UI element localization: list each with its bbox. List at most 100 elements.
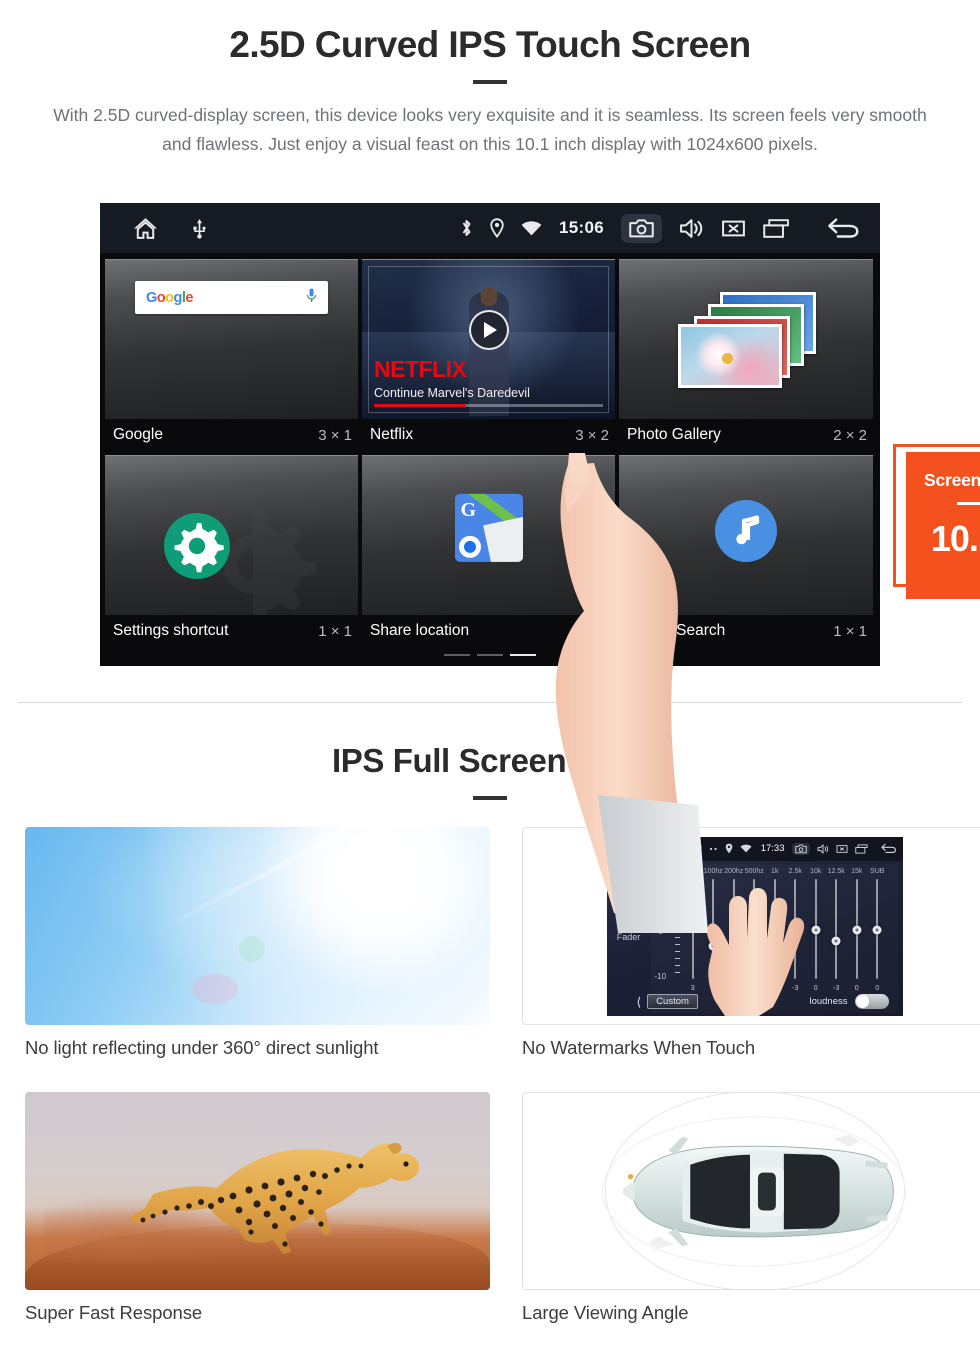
camera-icon[interactable] [791,842,810,855]
amplifier-clock: 17:33 [760,843,785,854]
eq-slider[interactable] [847,875,868,983]
axis-label-max: 10 [654,876,664,886]
feature-card-sunlight: No light reflecting under 360° direct su… [25,827,490,1059]
eq-slider-knob[interactable] [811,925,821,935]
section-1-title: 2.5D Curved IPS Touch Screen [229,24,751,65]
band-label: SUB [870,867,885,875]
axis-label-min: -10 [654,971,667,981]
mute-icon[interactable] [721,218,746,239]
preset-button[interactable]: Custom [647,994,698,1009]
widget-photo-gallery[interactable]: Photo Gallery 2 × 2 [619,259,873,451]
widget-label: Google 3 × 1 [105,419,358,451]
speaker-icon[interactable] [607,909,651,931]
google-maps-icon: G [454,493,523,562]
back-icon[interactable] [880,843,897,854]
microphone-icon[interactable] [306,288,317,308]
flower-center [722,352,734,364]
play-icon[interactable] [468,309,509,350]
hand-illustration [706,887,804,1016]
mute-icon[interactable] [836,844,848,854]
feature-caption: No light reflecting under 360° direct su… [25,1037,379,1058]
recents-icon[interactable] [854,843,868,854]
eq-slider[interactable] [867,875,888,983]
widget-sound-search-preview [619,455,873,615]
device-screen: 15:06 Google Google 3 × 1 NETFLIX Contin… [100,203,980,933]
equalizer-band-labels: 60hz 100hz 200hz 500hz 1k 2.5k 10k 12.5k [651,864,898,875]
widget-size: 3 × 2 [575,426,609,444]
lens-flare [238,935,265,962]
lens-flare [192,973,239,1004]
cheetah-silhouette [129,1143,420,1254]
widget-name: Netflix [370,426,414,443]
page-dot[interactable] [444,654,470,656]
widget-netflix-preview: NETFLIX Continue Marvel's Daredevil [362,259,615,419]
amplifier-frame: Amplifier 17:33 Balance Fader 60hz 100hz… [523,828,980,1024]
feature-caption: Super Fast Response [25,1302,203,1323]
music-note-icon [715,499,777,562]
loudness-control[interactable]: loudness [809,994,889,1009]
widget-share-location[interactable]: G Share location 1 × 1 [362,455,615,647]
amplifier-screenshot: Amplifier 17:33 Balance Fader 60hz 100hz… [522,827,980,1025]
home-icon[interactable] [133,217,158,240]
netflix-subtitle: Continue Marvel's Daredevil [374,386,530,400]
band-label: 500hz [744,867,764,875]
home-icon[interactable] [613,843,626,855]
band-label: 200hz [724,867,744,875]
car-illustration [602,1116,906,1267]
feature-caption: No Watermarks When Touch [522,1037,756,1058]
location-icon [490,218,504,238]
eq-slider[interactable] [826,875,847,983]
widget-google[interactable]: Google Google 3 × 1 [105,259,358,451]
sliders-icon[interactable] [607,865,651,889]
widget-settings-shortcut[interactable]: Settings shortcut 1 × 1 [105,455,358,647]
eq-slider-knob[interactable] [831,936,841,946]
status-bar-right: 15:06 [460,213,880,243]
widget-label: Sound Search 1 × 1 [619,615,873,647]
section-1-description: With 2.5D curved-display screen, this de… [53,105,927,154]
widget-sound-search[interactable]: Sound Search 1 × 1 [619,455,873,647]
widget-netflix[interactable]: NETFLIX Continue Marvel's Daredevil Netf… [362,259,615,451]
page-indicator[interactable] [444,654,536,656]
camera-icon[interactable] [621,213,662,243]
band-label: 2.5k [788,867,802,875]
widget-grid: Google Google 3 × 1 NETFLIX Continue Mar… [100,253,880,666]
previous-icon[interactable]: ⟨ [637,995,642,1009]
search-input[interactable]: Google [135,281,328,314]
screen-size-badge: Screen Size 10.1″ [906,452,980,599]
widget-label: Netflix 3 × 2 [362,419,615,451]
widget-size: 2 × 2 [833,426,867,444]
balance-label[interactable]: Balance [607,891,651,901]
page-dot[interactable] [477,654,503,656]
volume-icon[interactable] [817,843,829,854]
sky-image [25,827,490,1025]
page-dot-active[interactable] [510,654,536,656]
widget-name: Share location [370,622,470,639]
car-top-view-diagram [522,1092,980,1290]
status-bar: 15:06 [100,203,880,253]
loudness-toggle[interactable] [854,994,889,1009]
widget-row-1: Google Google 3 × 1 NETFLIX Continue Mar… [105,259,875,451]
eq-slider-knob[interactable] [852,925,862,935]
amplifier-title: Amplifier [636,842,685,855]
recents-icon[interactable] [763,218,789,239]
band-label: 60hz [685,867,701,875]
map-land [482,516,523,562]
widget-name: Photo Gallery [627,426,721,443]
eq-slider-knob[interactable] [872,925,882,935]
netflix-progress-bar [374,404,603,407]
widget-label: Photo Gallery 2 × 2 [619,419,873,451]
widget-label: Share location 1 × 1 [362,615,615,647]
diagram-background [523,1093,980,1289]
badge-value: 10.1″ [930,518,980,559]
volume-icon[interactable] [679,218,704,239]
amplifier-status-bar: Amplifier 17:33 [606,836,903,861]
loudness-label: loudness [809,996,848,1007]
artwork-head [480,287,497,307]
sunlight-photo [25,827,490,1025]
eq-slider[interactable] [806,875,827,983]
location-icon [725,843,733,854]
feature-card-viewing-angle: Large Viewing Angle [522,1092,980,1324]
back-icon[interactable] [826,217,860,239]
photo-thumb [678,323,782,388]
fader-label[interactable]: Fader [607,932,651,942]
